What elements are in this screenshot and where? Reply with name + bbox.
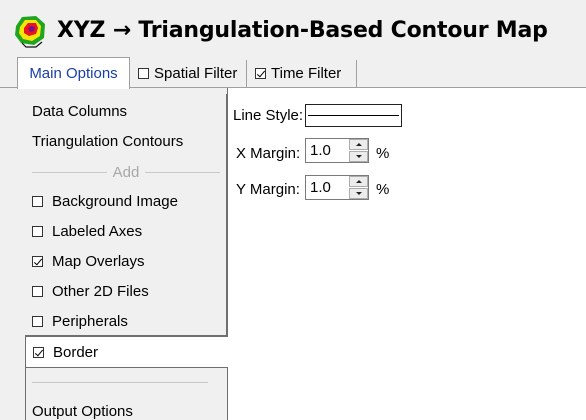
sidebar-divider <box>32 382 208 383</box>
y-margin-decrement-button[interactable] <box>349 188 368 199</box>
tab-spatial-filter[interactable]: Spatial Filter <box>131 60 247 87</box>
y-margin-value[interactable]: 1.0 <box>310 179 331 196</box>
sidebar-item-background-image[interactable]: Background Image <box>32 191 178 211</box>
tab-time-filter-label: Time Filter <box>271 65 342 82</box>
sidebar-item-triangulation-contours[interactable]: Triangulation Contours <box>32 131 183 151</box>
y-margin-label: Y Margin: <box>236 181 300 198</box>
sidebar-item-label: Map Overlays <box>52 252 145 270</box>
sidebar-item-label: Output Options <box>32 402 133 420</box>
map-overlays-checkbox[interactable] <box>32 255 43 267</box>
sidebar-item-map-overlays[interactable]: Map Overlays <box>32 251 145 271</box>
background-image-checkbox[interactable] <box>32 195 43 207</box>
sidebar-item-label: Border <box>53 343 99 361</box>
spatial-filter-checkbox[interactable] <box>138 68 149 79</box>
x-margin-stepper[interactable]: 1.0 <box>305 138 369 163</box>
peripherals-checkbox[interactable] <box>32 315 43 327</box>
y-margin-unit: % <box>376 181 390 198</box>
options-panel <box>227 88 586 420</box>
sidebar-item-data-columns[interactable]: Data Columns <box>32 101 127 121</box>
sidebar-item-label: Triangulation Contours <box>32 132 184 150</box>
tab-time-filter[interactable]: Time Filter <box>248 60 357 87</box>
time-filter-checkbox[interactable] <box>255 68 266 79</box>
arrow-down-icon <box>355 192 362 195</box>
sidebar-item-border[interactable]: Border <box>25 336 228 368</box>
other-2d-files-checkbox[interactable] <box>32 285 43 297</box>
arrow-up-icon <box>355 180 362 183</box>
add-label: Add <box>112 163 140 181</box>
title-bar: XYZ → Triangulation-Based Contour Map <box>0 0 586 58</box>
tab-main-options[interactable]: Main Options <box>17 57 130 89</box>
sidebar-item-label: Background Image <box>52 192 178 210</box>
add-separator: Add <box>32 162 221 182</box>
line-style-button[interactable] <box>305 104 402 127</box>
sidebar-item-other-2d-files[interactable]: Other 2D Files <box>32 281 149 301</box>
arrow-down-icon <box>355 155 362 158</box>
x-margin-unit: % <box>376 145 390 162</box>
sidebar-item-labeled-axes[interactable]: Labeled Axes <box>32 221 142 241</box>
line-style-preview <box>308 115 399 116</box>
x-margin-label: X Margin: <box>236 145 301 162</box>
labeled-axes-checkbox[interactable] <box>32 225 43 237</box>
y-margin-stepper[interactable]: 1.0 <box>305 175 369 200</box>
border-checkbox[interactable] <box>33 346 44 358</box>
sidebar-item-label: Peripherals <box>52 312 128 330</box>
sidebar-item-peripherals[interactable]: Peripherals <box>32 311 128 331</box>
sidebar-item-label: Data Columns <box>32 102 128 120</box>
y-margin-increment-button[interactable] <box>349 176 368 187</box>
x-margin-decrement-button[interactable] <box>349 151 368 162</box>
tab-spatial-filter-label: Spatial Filter <box>154 65 238 82</box>
tab-main-options-label: Main Options <box>29 65 118 82</box>
sidebar-item-output-options[interactable]: Output Options <box>32 401 133 420</box>
contour-map-app-icon <box>15 16 45 48</box>
x-margin-increment-button[interactable] <box>349 139 368 150</box>
arrow-up-icon <box>355 143 362 146</box>
line-style-label: Line Style: <box>233 107 304 124</box>
sidebar-item-label: Labeled Axes <box>52 222 143 240</box>
window-title: XYZ → Triangulation-Based Contour Map <box>57 18 548 43</box>
x-margin-value[interactable]: 1.0 <box>310 142 331 159</box>
sidebar-item-label: Other 2D Files <box>52 282 149 300</box>
